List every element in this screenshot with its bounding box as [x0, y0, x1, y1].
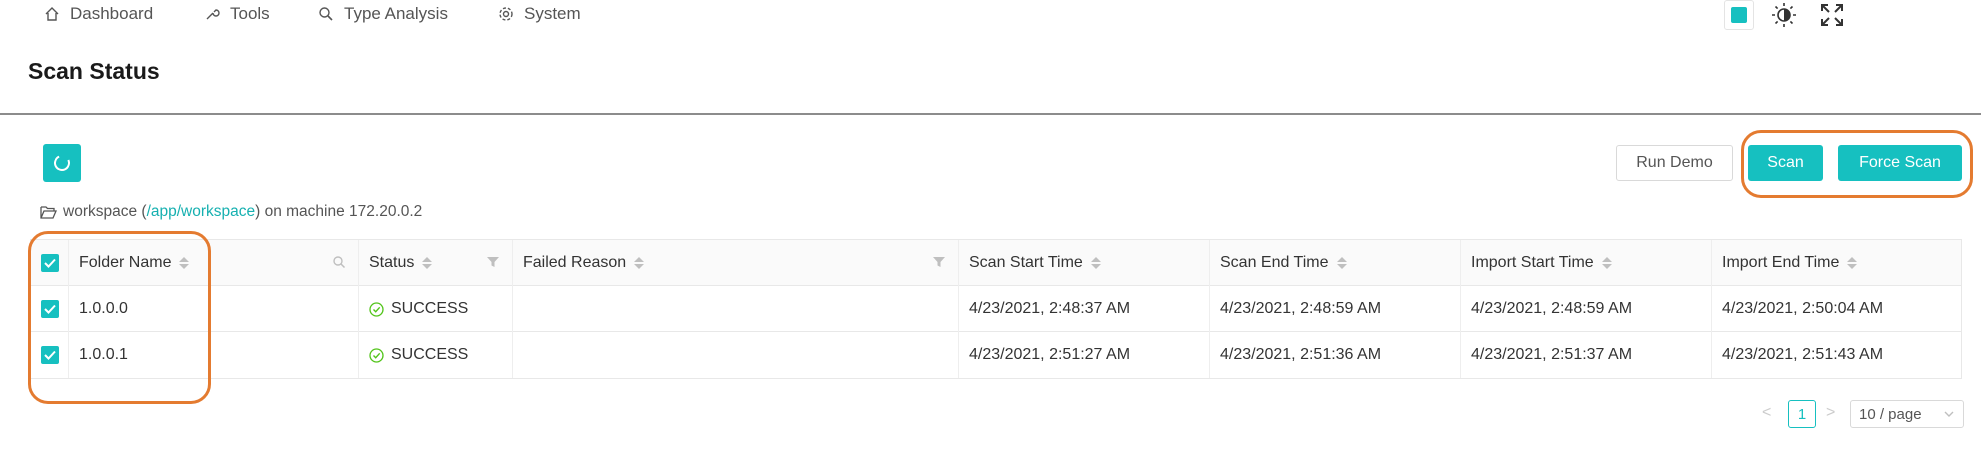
status-text: SUCCESS — [391, 300, 469, 317]
filter-icon[interactable] — [486, 255, 500, 269]
sort-icon[interactable] — [1601, 257, 1612, 269]
failed-reason-cell — [513, 332, 959, 378]
nav-type-analysis-label: Type Analysis — [344, 4, 448, 23]
import-start-header-label: Import Start Time — [1471, 254, 1594, 271]
nav-dashboard-label: Dashboard — [70, 4, 154, 23]
fullscreen-button[interactable] — [1817, 0, 1847, 30]
column-header-import-end-time[interactable]: Import End Time — [1712, 240, 1963, 286]
sort-icon[interactable] — [1090, 257, 1101, 269]
workspace-suffix: ) on machine 172.20.0.2 — [255, 203, 423, 220]
nav-type-analysis[interactable]: Type Analysis — [318, 2, 448, 26]
scan-end-cell: 4/23/2021, 2:51:36 AM — [1210, 332, 1461, 378]
status-cell: SUCCESS — [359, 332, 513, 378]
theme-toggle-button[interactable] — [1769, 0, 1799, 30]
nav-tools-label: Tools — [230, 4, 270, 23]
search-icon — [319, 7, 333, 21]
highlight-scan-actions — [1741, 130, 1973, 198]
column-header-scan-start-time[interactable]: Scan Start Time — [959, 240, 1210, 286]
nav-system[interactable]: System — [498, 2, 581, 26]
page-size-label: 10 / page — [1859, 405, 1922, 423]
scan-end-header-label: Scan End Time — [1220, 254, 1329, 271]
column-header-import-start-time[interactable]: Import Start Time — [1461, 240, 1712, 286]
loading-spinner-icon — [51, 152, 73, 174]
workspace-prefix: workspace ( — [63, 203, 147, 220]
scan-status-table: Folder Name Status Failed Reason Scan St… — [30, 239, 1962, 379]
column-header-scan-end-time[interactable]: Scan End Time — [1210, 240, 1461, 286]
check-circle-icon — [369, 301, 384, 317]
theme-color-picker[interactable] — [1724, 0, 1754, 30]
wrench-icon — [206, 9, 220, 20]
status-text: SUCCESS — [391, 346, 469, 363]
top-nav: Dashboard Tools Type Analysis System — [0, 0, 1981, 34]
fullscreen-icon — [1821, 4, 1843, 26]
page-size-select[interactable]: 10 / page — [1850, 400, 1964, 428]
status-header-label: Status — [369, 254, 415, 271]
scan-end-cell: 4/23/2021, 2:48:59 AM — [1210, 286, 1461, 332]
check-circle-icon — [369, 347, 384, 363]
import-end-cell: 4/23/2021, 2:51:43 AM — [1722, 346, 1884, 363]
workspace-path-link[interactable]: /app/workspace — [147, 203, 256, 221]
table-row[interactable]: 1.0.0.1 SUCCESS 4/23/2021, 2:51:27 AM 4/… — [31, 332, 1961, 378]
table-row[interactable]: 1.0.0.0 SUCCESS 4/23/2021, 2:48:37 AM 4/… — [31, 286, 1961, 332]
gear-icon — [499, 7, 513, 21]
import-start-cell: 4/23/2021, 2:51:37 AM — [1461, 332, 1712, 378]
page-title: Scan Status — [28, 58, 160, 84]
column-header-failed-reason[interactable]: Failed Reason — [513, 240, 959, 286]
prev-page-button[interactable]: < — [1762, 404, 1771, 422]
scan-start-cell: 4/23/2021, 2:48:37 AM — [959, 286, 1210, 332]
search-icon[interactable] — [332, 255, 346, 269]
scan-start-cell: 4/23/2021, 2:51:27 AM — [959, 332, 1210, 378]
chevron-down-icon — [1944, 411, 1954, 417]
sort-icon[interactable] — [1336, 257, 1347, 269]
sort-icon[interactable] — [634, 257, 645, 269]
workspace-info: workspace (/app/workspace) on machine 17… — [40, 203, 422, 221]
next-page-button[interactable]: > — [1826, 404, 1835, 422]
home-icon — [45, 7, 59, 21]
nav-tools[interactable]: Tools — [204, 2, 270, 26]
nav-system-label: System — [524, 4, 581, 23]
status-cell: SUCCESS — [359, 286, 513, 332]
run-demo-button[interactable]: Run Demo — [1616, 145, 1733, 181]
folder-open-icon — [40, 205, 57, 219]
import-end-header-label: Import End Time — [1722, 254, 1840, 271]
header-divider — [0, 113, 1981, 115]
color-swatch-icon — [1731, 7, 1747, 23]
nav-dashboard[interactable]: Dashboard — [44, 2, 153, 26]
sort-icon[interactable] — [422, 257, 433, 269]
failed-reason-cell — [513, 286, 959, 332]
brightness-icon — [1772, 3, 1796, 27]
highlight-folder-column — [28, 231, 211, 404]
failed-reason-header-label: Failed Reason — [523, 254, 627, 271]
column-header-status[interactable]: Status — [359, 240, 513, 286]
filter-icon[interactable] — [932, 255, 946, 269]
table-header: Folder Name Status Failed Reason Scan St… — [31, 240, 1961, 286]
import-start-cell: 4/23/2021, 2:48:59 AM — [1461, 286, 1712, 332]
sort-icon[interactable] — [1847, 257, 1858, 269]
refresh-button[interactable] — [43, 144, 81, 182]
scan-start-header-label: Scan Start Time — [969, 254, 1083, 271]
page-number-button[interactable]: 1 — [1788, 400, 1816, 428]
import-end-cell: 4/23/2021, 2:50:04 AM — [1722, 300, 1884, 317]
